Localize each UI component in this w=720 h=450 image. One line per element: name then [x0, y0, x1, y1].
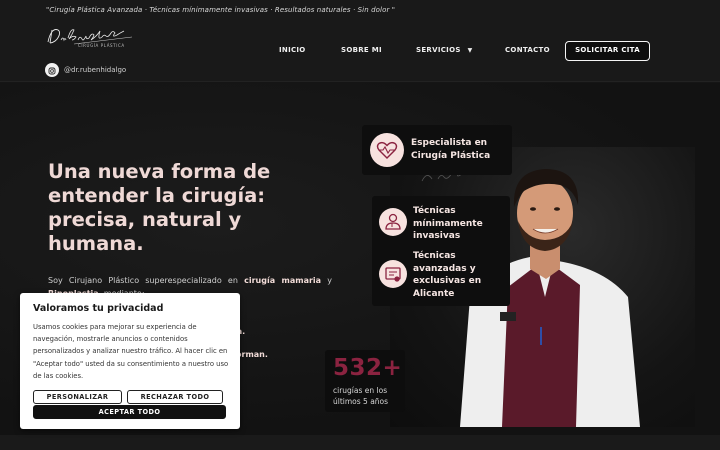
logo-subtitle: CIRUGÍA PLÁSTICA	[78, 43, 125, 48]
request-appointment-button[interactable]: SOLICITAR CITA	[565, 41, 650, 61]
cookie-customize-button[interactable]: PERSONALIZAR	[33, 390, 122, 404]
surgery-count-label: cirugías en los últimos 5 años	[333, 386, 389, 406]
hero-title: Una nueva forma de entender la cirugía: …	[48, 160, 271, 255]
cookie-accept-button[interactable]: ACEPTAR TODO	[33, 405, 226, 419]
nav-sobre-mi-label: SOBRE MI	[341, 46, 382, 54]
nav-contacto[interactable]: CONTACTO	[505, 46, 550, 54]
hero-text-bold-mammary: cirugía mamaria	[244, 276, 322, 285]
page: "Cirugía Plástica Avanzada · Técnicas mí…	[0, 0, 720, 450]
nav-servicios[interactable]: SERVICIOS ▼	[416, 46, 473, 54]
hero-text-fragment: orman.	[236, 350, 268, 359]
chevron-down-icon: ▼	[467, 47, 473, 54]
surgery-count: 532+	[333, 355, 403, 381]
page-bottom-strip	[0, 435, 720, 450]
card-advanced-techniques-title: Técnicas avanzadas y exclusivas en Alica…	[413, 251, 482, 299]
heart-pulse-icon	[370, 133, 404, 167]
card-specialist: Especialista en Cirugía Plástica	[362, 125, 512, 175]
card-techniques: Técnicas mínimamente invasivas Técnicas …	[372, 196, 510, 306]
nav-sobre-mi[interactable]: SOBRE MI	[341, 46, 382, 54]
card-specialist-title: Especialista en Cirugía Plástica	[411, 138, 491, 161]
header-tagline: "Cirugía Plástica Avanzada · Técnicas mí…	[46, 6, 396, 14]
instagram-handle[interactable]: @dr.rubenhidalgo	[64, 66, 126, 74]
cookie-reject-button[interactable]: RECHAZAR TODO	[127, 390, 223, 404]
hero-text-mid: y	[321, 276, 332, 285]
instagram-icon[interactable]	[45, 63, 59, 77]
card-minimally-invasive-title: Técnicas mínimamente invasivas	[413, 206, 483, 241]
cookie-body: Usamos cookies para mejorar su experienc…	[33, 323, 229, 380]
nav-contacto-label: CONTACTO	[505, 46, 550, 54]
nav-inicio-label: INICIO	[279, 46, 306, 54]
doctor-icon	[379, 208, 407, 236]
certificate-icon	[379, 260, 407, 288]
cookie-consent-banner: Valoramos tu privacidad Usamos cookies p…	[20, 293, 240, 429]
site-header: "Cirugía Plástica Avanzada · Técnicas mí…	[0, 0, 720, 82]
nav-servicios-label: SERVICIOS	[416, 46, 461, 54]
cookie-title: Valoramos tu privacidad	[33, 303, 164, 314]
nav-inicio[interactable]: INICIO	[279, 46, 306, 54]
hero-text-pre: Soy Cirujano Plástico superespecializado…	[48, 276, 245, 285]
